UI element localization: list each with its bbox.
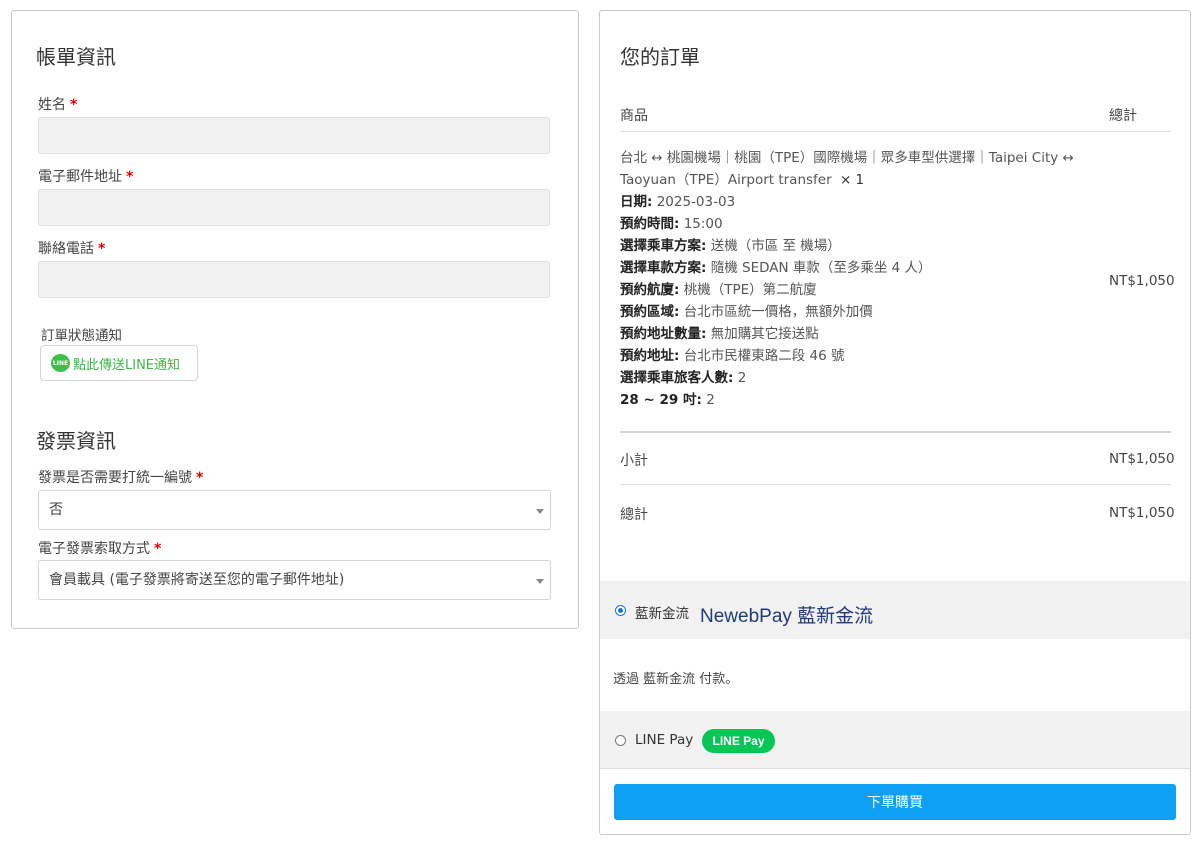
detail-row: 預約區域: 台北市區統一價格，無額外加價: [620, 304, 873, 320]
invoice-method-label: 電子發票索取方式 *: [38, 541, 162, 557]
invoice-method-value: 會員載具 (電子發票將寄送至您的電子郵件地址): [49, 572, 345, 588]
email-label: 電子郵件地址 *: [38, 169, 134, 185]
line-notify-label: 點此傳送LINE通知: [73, 357, 181, 373]
invoice-method-select[interactable]: 會員載具 (電子發票將寄送至您的電子郵件地址): [38, 560, 551, 600]
subtotal-value: NT$1,050: [1109, 451, 1175, 467]
col-total-header: 總計: [1109, 108, 1137, 124]
required-mark: *: [196, 470, 204, 486]
detail-row: 選擇乘車方案: 送機（市區 至 機場）: [620, 238, 841, 254]
required-mark: *: [154, 541, 162, 557]
detail-row: 28 ~ 29 吋: 2: [620, 392, 715, 408]
required-mark: *: [126, 169, 134, 185]
line-notify-button[interactable]: LINE 點此傳送LINE通知: [40, 345, 198, 381]
detail-row: 日期: 2025-03-03: [620, 194, 736, 210]
billing-panel: 帳單資訊 姓名 * 電子郵件地址 * 聯絡電話 * 訂單狀態通知 LINE 點此傳送L…: [11, 10, 579, 629]
divider: [620, 484, 1171, 485]
line-total: NT$1,050: [1109, 273, 1175, 289]
notify-label: 訂單狀態通知: [41, 328, 122, 344]
line-icon: LINE: [51, 354, 70, 372]
required-mark: *: [98, 241, 106, 257]
linepay-radio[interactable]: [615, 735, 626, 746]
detail-row: 預約時間: 15:00: [620, 216, 723, 232]
detail-row: 預約地址: 台北市民權東路二段 46 號: [620, 348, 845, 364]
chevron-down-icon: [536, 509, 544, 514]
newebpay-radio[interactable]: [615, 605, 626, 616]
chevron-down-icon: [536, 579, 544, 584]
phone-input[interactable]: [38, 261, 550, 298]
invoice-title: 發票資訊: [36, 429, 116, 453]
name-input[interactable]: [38, 117, 550, 154]
linepay-logo: LINE Pay: [702, 729, 775, 753]
divider: [620, 431, 1171, 433]
phone-label: 聯絡電話 *: [38, 241, 106, 257]
tax-id-label: 發票是否需要打統一編號 *: [38, 470, 204, 486]
newebpay-logo: NewebPay 藍新金流: [700, 606, 874, 627]
name-label: 姓名 *: [38, 97, 78, 113]
col-product-header: 商品: [620, 108, 648, 124]
order-title: 您的訂單: [620, 45, 700, 69]
required-mark: *: [70, 97, 78, 113]
subtotal-label: 小計: [620, 453, 648, 469]
billing-title: 帳單資訊: [36, 45, 116, 69]
detail-row: 選擇車款方案: 隨機 SEDAN 車款（至多乘坐 4 人）: [620, 260, 932, 276]
product-name: 台北 ↔ 桃園機場｜桃園（TPE）國際機場｜眾多車型供選擇｜Taipei Cit…: [620, 150, 1074, 166]
divider: [620, 131, 1171, 132]
tax-id-select[interactable]: 否: [38, 490, 551, 530]
detail-row: 預約地址數量: 無加購其它接送點: [620, 326, 819, 342]
product-quantity: × 1: [839, 172, 865, 188]
divider: [600, 768, 1190, 769]
product-name-cont: Taoyuan（TPE）Airport transfer × 1: [620, 172, 865, 188]
total-label: 總計: [620, 507, 648, 523]
email-input[interactable]: [38, 189, 550, 226]
order-panel: 您的訂單 商品 總計 台北 ↔ 桃園機場｜桃園（TPE）國際機場｜眾多車型供選擇…: [599, 10, 1191, 835]
linepay-label[interactable]: LINE Pay: [635, 732, 693, 748]
detail-row: 選擇乘車旅客人數: 2: [620, 370, 747, 386]
tax-id-value: 否: [49, 502, 63, 518]
order-item-details: 台北 ↔ 桃園機場｜桃園（TPE）國際機場｜眾多車型供選擇｜Taipei Cit…: [620, 147, 1090, 411]
newebpay-description: 透過 藍新金流 付款。: [613, 672, 739, 687]
place-order-button[interactable]: 下單購買: [614, 784, 1176, 820]
detail-row: 預約航廈: 桃機（TPE）第二航廈: [620, 282, 817, 298]
newebpay-label[interactable]: 藍新金流: [635, 602, 689, 622]
total-value: NT$1,050: [1109, 505, 1175, 521]
